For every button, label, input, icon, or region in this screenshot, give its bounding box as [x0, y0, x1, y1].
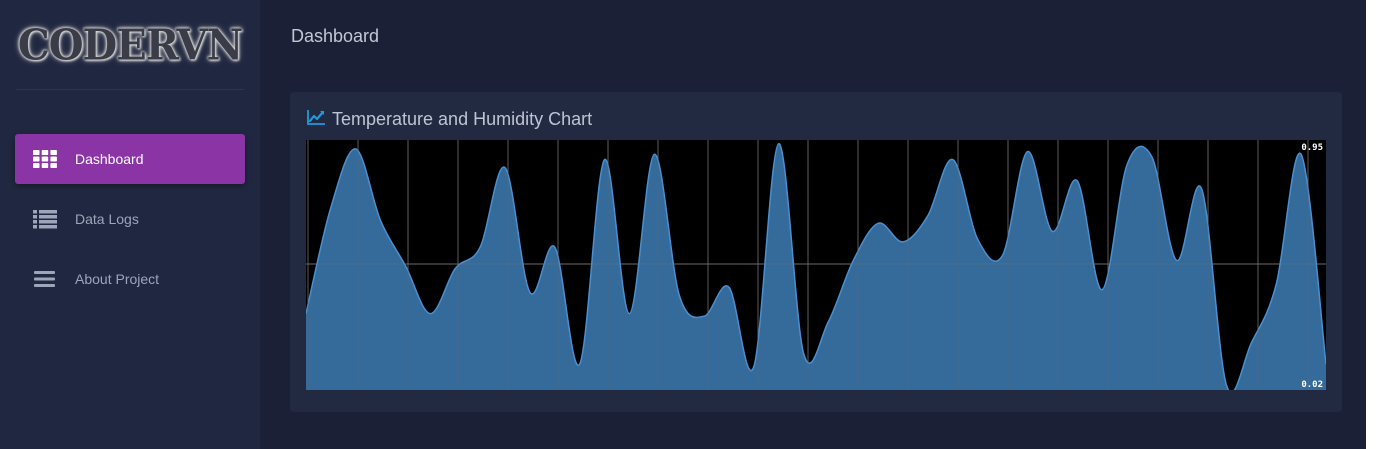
- page-title: Dashboard: [291, 26, 380, 46]
- sidebar-item-label: Data Logs: [75, 211, 139, 227]
- card-title: Temperature and Humidity Chart: [332, 109, 593, 129]
- area-chart: 0.95 0.02: [306, 140, 1326, 390]
- sidebar-item-data-logs[interactable]: Data Logs: [15, 194, 245, 244]
- window-edge: [1366, 0, 1376, 449]
- sidebar-item-label: About Project: [75, 271, 160, 287]
- card-header: Temperature and Humidity Chart: [306, 108, 592, 131]
- chart-card: Temperature and Humidity Chart 0.95 0.02: [290, 92, 1342, 412]
- menu-icon: [32, 268, 58, 290]
- app-root: CODERVN Dashboard Data Logs About Projec…: [0, 0, 1376, 449]
- sidebar-item-about-project[interactable]: About Project: [15, 254, 245, 304]
- sidebar: CODERVN Dashboard Data Logs About Projec…: [0, 0, 260, 449]
- logo-text: CODERVN: [17, 20, 243, 70]
- chart-area: 0.95 0.02: [306, 140, 1326, 390]
- line-chart-icon: [306, 108, 326, 131]
- logo[interactable]: CODERVN: [18, 14, 243, 76]
- y-max-label: 0.95: [1301, 143, 1323, 153]
- y-min-label: 0.02: [1301, 380, 1323, 390]
- sidebar-item-dashboard[interactable]: Dashboard: [15, 134, 245, 184]
- sidebar-item-label: Dashboard: [75, 151, 144, 167]
- list-icon: [32, 208, 58, 230]
- logo-divider: [16, 89, 244, 90]
- grid-icon: [32, 148, 58, 170]
